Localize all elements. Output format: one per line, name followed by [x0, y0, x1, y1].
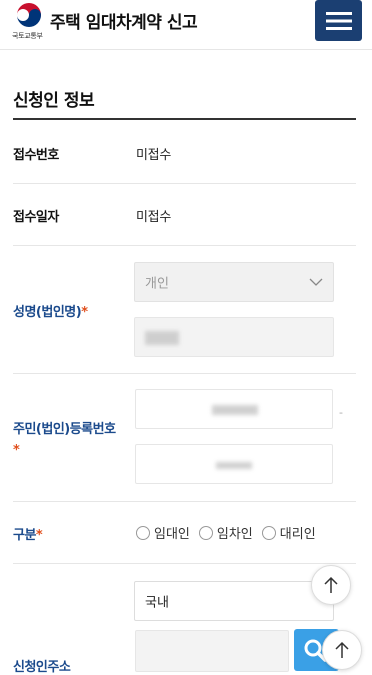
radio-label: 임대인	[154, 527, 190, 542]
receipt-date-label: 접수일자	[13, 210, 59, 225]
category-radio-group: 임대인 임차인 대리인	[136, 523, 316, 542]
region-select[interactable]: 국내	[134, 581, 334, 621]
required-mark: *	[81, 305, 88, 320]
resident-number-back-input[interactable]	[135, 444, 333, 484]
hamburger-icon	[325, 11, 352, 30]
address-label: 신청인주소	[13, 660, 71, 675]
receipt-number-value: 미접수	[136, 148, 171, 163]
row-divider	[13, 563, 356, 564]
government-emblem-icon	[16, 2, 42, 28]
required-mark: *	[13, 443, 20, 458]
radio-label: 임차인	[216, 527, 253, 542]
arrow-up-icon	[324, 576, 338, 593]
receipt-number-label: 접수번호	[13, 148, 59, 163]
name-label-text: 성명(법인명)	[13, 305, 82, 320]
radio-label: 대리인	[279, 527, 316, 542]
scroll-top-button[interactable]	[322, 630, 362, 670]
resident-number-separator: -	[339, 406, 343, 419]
receipt-date-value: 미접수	[136, 210, 171, 225]
address-input[interactable]	[135, 630, 289, 672]
redacted-value	[145, 331, 179, 345]
page-title: 주택 임대차계약 신고	[50, 13, 198, 33]
resident-number-label: 주민(법인)등록번호 *	[13, 419, 116, 461]
name-label: 성명(법인명)*	[13, 301, 88, 320]
person-type-selected: 개인	[145, 276, 169, 292]
redacted-value	[212, 405, 258, 415]
category-label: 구분*	[13, 524, 43, 543]
region-selected: 국내	[145, 595, 169, 611]
row-divider	[13, 373, 356, 374]
section-divider	[13, 118, 356, 120]
scroll-top-button[interactable]	[311, 565, 351, 605]
chevron-down-icon	[309, 278, 323, 286]
radio-circle-icon[interactable]	[261, 525, 276, 540]
resident-number-front-input[interactable]	[135, 389, 333, 429]
ministry-label: 국토교통부	[12, 32, 43, 40]
menu-button[interactable]	[315, 0, 362, 41]
category-label-text: 구분	[13, 528, 36, 543]
row-divider	[13, 245, 356, 246]
row-divider	[13, 501, 356, 502]
section-title: 신청인 정보	[13, 91, 95, 111]
redacted-value	[216, 462, 252, 469]
radio-lessee[interactable]: 임차인	[198, 523, 253, 542]
radio-circle-icon[interactable]	[136, 525, 150, 540]
row-divider	[13, 183, 356, 184]
resident-number-label-text: 주민(법인)등록번호	[13, 422, 116, 437]
radio-lessor[interactable]: 임대인	[136, 523, 190, 542]
person-type-select[interactable]: 개인	[134, 262, 334, 302]
radio-agent[interactable]: 대리인	[261, 523, 316, 542]
radio-circle-icon[interactable]	[198, 525, 213, 540]
required-mark: *	[35, 528, 43, 543]
arrow-up-icon	[335, 641, 349, 658]
name-input[interactable]	[134, 317, 334, 357]
app-header: 국토교통부 주택 임대차계약 신고	[0, 0, 372, 50]
